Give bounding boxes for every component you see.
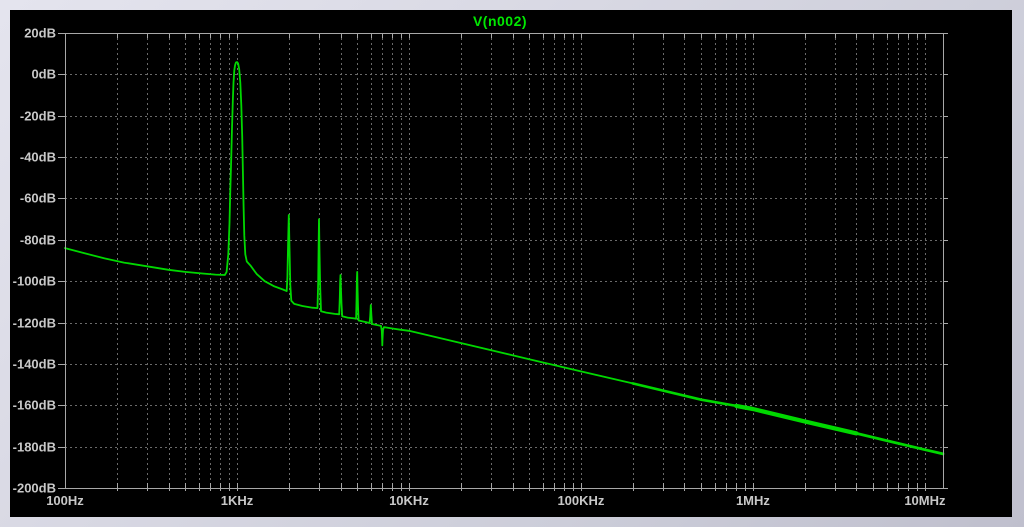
y-axis-label: 20dB [24,26,56,41]
y-axis-label: -140dB [13,357,56,372]
y-axis-label: 0dB [31,67,56,82]
fft-plot-area[interactable]: 20dB 0dB -20dB -40dB -60dB -80dB -100dB -120dB -… [10,10,1012,517]
x-axis-label: 1MHz [736,493,770,508]
plot-border [65,33,944,489]
y-axis-label: -60dB [20,191,56,206]
trace-v-n002[interactable] [631,382,738,408]
y-axis-label: -100dB [13,274,56,289]
y-axis-label: -120dB [13,316,56,331]
x-axis-label: 100KHz [557,493,604,508]
y-axis-label: -20dB [20,109,56,124]
y-axis-label: -80dB [20,233,56,248]
y-axis-label: -180dB [13,440,56,455]
x-axis-label: 1KHz [221,493,254,508]
waveform-viewer-window: V(n002) 20dB 0dB -20dB -40dB -60dB -80dB -100d… [0,0,1024,527]
x-axis-label: 100Hz [46,493,84,508]
trace-v-n002[interactable] [855,431,945,456]
trace-v-n002[interactable] [64,61,634,385]
x-axis-label: 10MHz [904,493,946,508]
y-axis-label: -40dB [20,150,56,165]
trace-group[interactable] [64,61,945,456]
trace-v-n002[interactable] [734,403,859,436]
y-axis-label: -160dB [13,398,56,413]
x-axis-label: 10KHz [389,493,429,508]
plot-pane[interactable]: V(n002) 20dB 0dB -20dB -40dB -60dB -80dB -100d… [10,10,1012,517]
grid-lines [65,33,943,488]
